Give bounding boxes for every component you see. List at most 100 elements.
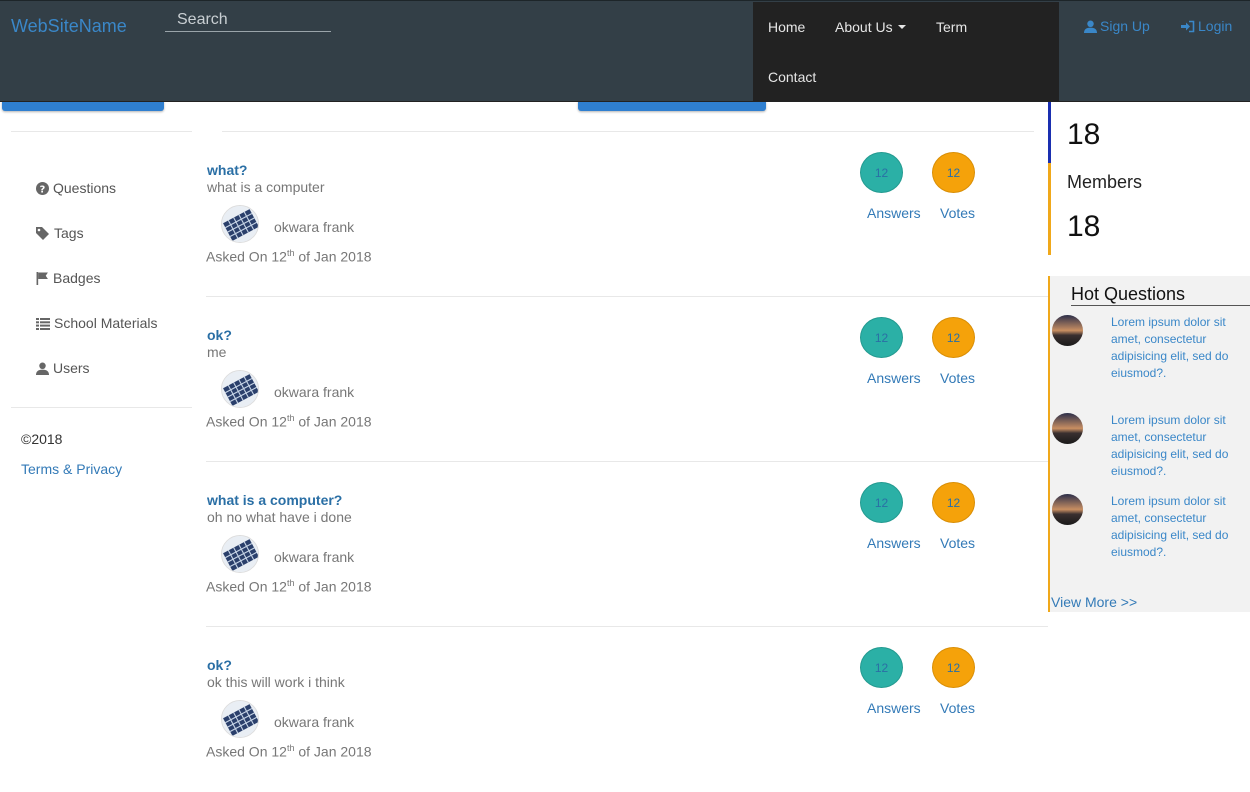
answers-label[interactable]: Answers	[867, 700, 921, 716]
login-icon	[1181, 20, 1195, 33]
list-icon	[36, 318, 50, 330]
nav-about-label: About Us	[835, 19, 893, 35]
user-icon	[36, 362, 49, 375]
nav-home[interactable]: Home	[768, 19, 805, 35]
question-body: what is a computer	[207, 179, 325, 195]
nav-term[interactable]: Term	[936, 19, 967, 35]
hot-question-thumbnail	[1052, 413, 1083, 444]
question-item: ok? ok this will work i think okwara frank…	[206, 627, 1048, 792]
sidebar-divider-top	[11, 131, 192, 132]
tag-icon	[36, 227, 49, 240]
asked-suffix: of Jan 2018	[294, 578, 372, 595]
terms-privacy-link[interactable]: Terms & Privacy	[21, 461, 122, 477]
sidebar-item-tags[interactable]: Tags	[36, 225, 84, 241]
asked-sup: th	[286, 743, 295, 753]
asked-date: Asked On 12th of Jan 2018	[206, 413, 372, 430]
brand-link[interactable]: WebSiteName	[11, 16, 127, 37]
hot-question-thumbnail	[1052, 315, 1083, 346]
asked-suffix: of Jan 2018	[294, 743, 372, 760]
avatar[interactable]	[221, 535, 259, 573]
asked-prefix: Asked On 12	[206, 413, 287, 430]
question-item: what is a computer? oh no what have i don…	[206, 462, 1048, 627]
stat-count-top: 18	[1067, 118, 1101, 151]
sidebar-item-label: Badges	[53, 270, 101, 286]
login-link[interactable]: Login	[1181, 18, 1232, 34]
votes-label[interactable]: Votes	[940, 700, 975, 716]
author-name: okwara frank	[274, 384, 355, 400]
signup-link[interactable]: Sign Up	[1084, 18, 1150, 34]
signup-label: Sign Up	[1100, 18, 1150, 34]
copyright-text: ©2018	[21, 431, 63, 447]
caret-down-icon	[897, 25, 906, 29]
sidebar-item-label: Tags	[54, 225, 84, 241]
question-title-link[interactable]: what?	[207, 162, 247, 178]
members-label: Members	[1067, 172, 1143, 192]
answers-count-badge[interactable]: 12	[860, 482, 903, 523]
votes-count-badge[interactable]: 12	[932, 647, 975, 688]
sidebar-item-questions[interactable]: ? Questions	[36, 180, 116, 196]
asked-date: Asked On 12th of Jan 2018	[206, 578, 372, 595]
login-label: Login	[1198, 18, 1233, 34]
answers-count-badge[interactable]: 12	[860, 317, 903, 358]
asked-prefix: Asked On 12	[206, 743, 287, 760]
votes-count-badge[interactable]: 12	[932, 317, 975, 358]
avatar[interactable]	[221, 370, 259, 408]
nav-about-dropdown[interactable]: About Us	[835, 19, 906, 35]
author-name: okwara frank	[274, 219, 355, 235]
sidebar-item-school-materials[interactable]: School Materials	[36, 315, 158, 331]
nav-menu: Home About Us Term Contact	[753, 2, 1059, 102]
asked-prefix: Asked On 12	[206, 578, 287, 595]
question-body: ok this will work i think	[207, 674, 345, 690]
ask-question-button[interactable]	[578, 101, 766, 111]
sidebar-item-label: School Materials	[54, 315, 158, 331]
avatar[interactable]	[221, 700, 259, 738]
navbar: WebSiteName Home About Us Term Contact S…	[0, 0, 1250, 102]
asked-date: Asked On 12th of Jan 2018	[206, 248, 372, 265]
nav-contact[interactable]: Contact	[768, 69, 816, 85]
sidebar-item-users[interactable]: Users	[36, 360, 90, 376]
sidebar-item-label: Questions	[53, 180, 117, 196]
view-more-link[interactable]: View More >>	[1051, 594, 1137, 610]
asked-date: Asked On 12th of Jan 2018	[206, 743, 372, 760]
answers-count-badge[interactable]: 12	[860, 647, 903, 688]
votes-label[interactable]: Votes	[940, 370, 975, 386]
flag-icon	[36, 272, 48, 285]
answers-label[interactable]: Answers	[867, 370, 921, 386]
search-input[interactable]	[165, 9, 331, 32]
hot-questions-title: Hot Questions	[1071, 284, 1250, 306]
sidebar-divider-bottom	[11, 407, 192, 408]
user-icon	[1084, 20, 1097, 33]
question-item: what? what is a computer okwara frank Asked…	[206, 132, 1048, 297]
asked-suffix: of Jan 2018	[294, 413, 372, 430]
votes-label[interactable]: Votes	[940, 535, 975, 551]
author-name: okwara frank	[274, 549, 355, 565]
answers-count-badge[interactable]: 12	[860, 152, 903, 193]
question-body: oh no what have i done	[207, 509, 352, 525]
hot-question-thumbnail	[1052, 494, 1083, 525]
question-title-link[interactable]: what is a computer?	[207, 492, 342, 508]
stat-accent-blue	[1048, 102, 1051, 163]
question-circle-icon: ?	[36, 182, 49, 195]
question-title-link[interactable]: ok?	[207, 327, 232, 343]
author-name: okwara frank	[274, 714, 355, 730]
votes-label[interactable]: Votes	[940, 205, 975, 221]
asked-suffix: of Jan 2018	[294, 248, 372, 265]
sidebar-item-badges[interactable]: Badges	[36, 270, 100, 286]
question-item: ok? me okwara frank Asked On 12th of Jan 20…	[206, 297, 1048, 462]
votes-count-badge[interactable]: 12	[932, 152, 975, 193]
question-title-link[interactable]: ok?	[207, 657, 232, 673]
hot-question-link[interactable]: Lorem ipsum dolor sit amet, consectetur …	[1111, 493, 1231, 561]
answers-label[interactable]: Answers	[867, 535, 921, 551]
hot-questions-panel: Hot Questions Lorem ipsum dolor sit amet…	[1048, 276, 1250, 612]
question-body: me	[207, 344, 227, 360]
svg-text:?: ?	[40, 184, 46, 195]
votes-count-badge[interactable]: 12	[932, 482, 975, 523]
stat-accent-yellow	[1048, 163, 1051, 255]
answers-label[interactable]: Answers	[867, 205, 921, 221]
asked-prefix: Asked On 12	[206, 248, 287, 265]
sidebar-item-label: Users	[53, 360, 90, 376]
hot-question-link[interactable]: Lorem ipsum dolor sit amet, consectetur …	[1111, 314, 1231, 382]
avatar[interactable]	[221, 205, 259, 243]
hot-question-link[interactable]: Lorem ipsum dolor sit amet, consectetur …	[1111, 412, 1250, 480]
sidebar-action-button[interactable]	[2, 101, 164, 111]
